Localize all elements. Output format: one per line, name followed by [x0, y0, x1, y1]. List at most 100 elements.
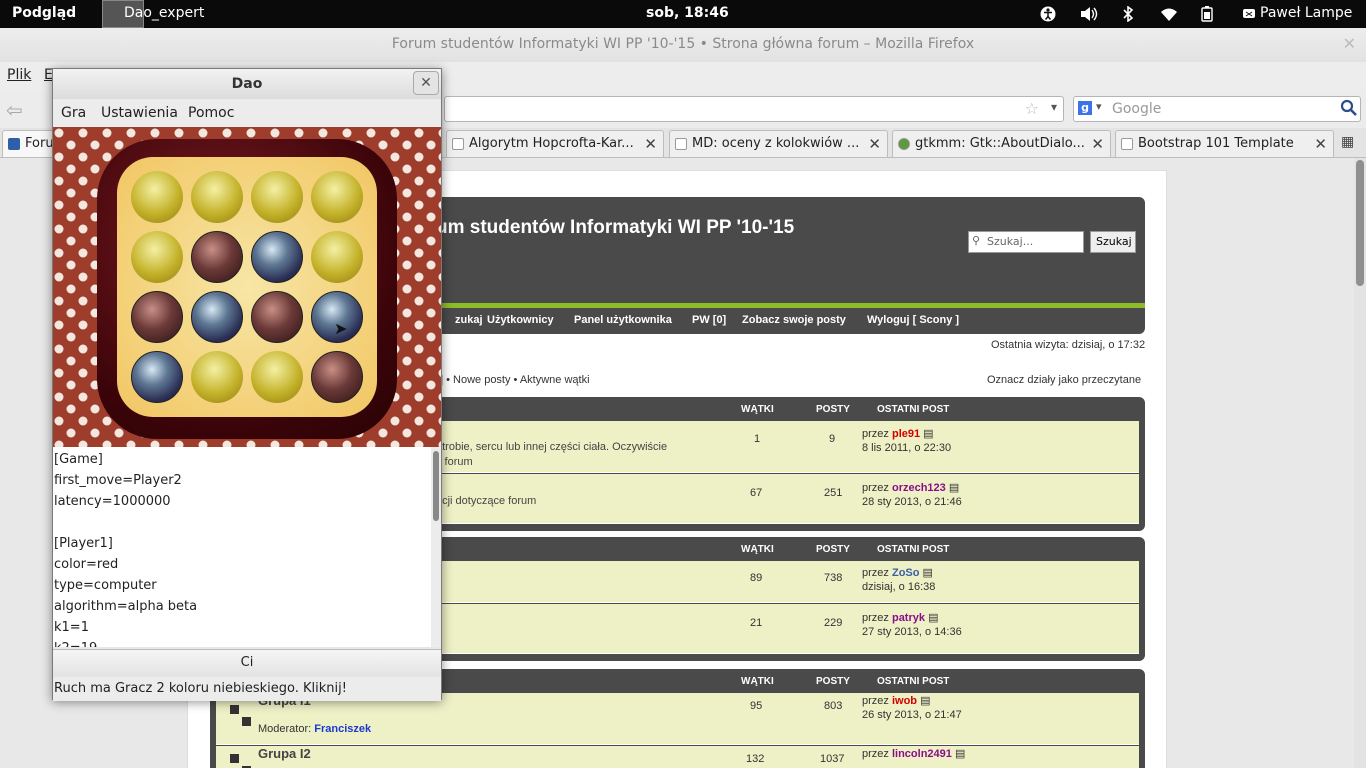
- board-cell-red[interactable]: [191, 231, 243, 283]
- volume-icon[interactable]: [1080, 6, 1098, 22]
- config-line: color=red: [54, 557, 119, 572]
- page-icon: [675, 138, 687, 150]
- search-bar[interactable]: g ▾ Google: [1073, 96, 1361, 122]
- view-post-icon[interactable]: ▤: [923, 428, 933, 440]
- mouse-cursor-icon: ➤: [334, 319, 348, 338]
- close-icon[interactable]: ✕: [413, 71, 439, 95]
- scrollbar-thumb[interactable]: [1356, 160, 1364, 286]
- close-tab-icon[interactable]: ✕: [868, 135, 881, 153]
- dao-title-bar[interactable]: Dao ✕: [53, 69, 441, 99]
- board-cell-empty[interactable]: [131, 171, 183, 223]
- board-cell-blue[interactable]: [131, 351, 183, 403]
- last-post-user[interactable]: patryk: [892, 612, 925, 624]
- last-post-date: 8 lis 2011, o 22:30: [862, 442, 952, 454]
- nav-users[interactable]: Użytkownicy: [487, 314, 554, 326]
- view-post-icon[interactable]: ▤: [955, 748, 965, 760]
- taskbar-app-label[interactable]: Dao_expert: [124, 5, 204, 21]
- col-posts: POSTY: [816, 676, 850, 687]
- page-scrollbar[interactable]: [1354, 158, 1366, 768]
- search-engine-chevron-icon[interactable]: ▾: [1096, 100, 1102, 113]
- nav-user-panel[interactable]: Panel użytkownika: [574, 314, 672, 326]
- forum-search-input[interactable]: ⚲ Szukaj...: [968, 231, 1084, 253]
- tab-gtkmm[interactable]: gtkmm: Gtk::AboutDialo... ✕: [892, 130, 1111, 157]
- bluetooth-icon[interactable]: [1122, 5, 1138, 23]
- battery-icon[interactable]: [1200, 6, 1216, 22]
- clock[interactable]: sob, 18:46: [646, 5, 729, 21]
- nav-logout[interactable]: Wyloguj [ Scony ]: [867, 314, 959, 326]
- board-cell-red[interactable]: [311, 351, 363, 403]
- board-cell-blue[interactable]: [251, 231, 303, 283]
- nav-search[interactable]: zukaj: [455, 314, 483, 326]
- quick-links[interactable]: ] • Nowe posty • Aktywne wątki: [440, 374, 590, 386]
- last-post-user[interactable]: orzech123: [892, 482, 946, 494]
- board-cell-red[interactable]: [251, 291, 303, 343]
- last-post-user[interactable]: lincoln2491: [892, 748, 952, 760]
- search-icon[interactable]: [1340, 99, 1358, 121]
- menu-pomoc[interactable]: Pomoc: [188, 105, 234, 121]
- view-post-icon[interactable]: ▤: [949, 482, 959, 494]
- close-icon[interactable]: ✕: [1343, 28, 1356, 60]
- user-menu[interactable]: Paweł Lampe: [1260, 5, 1352, 21]
- config-scrollbar[interactable]: [431, 447, 441, 647]
- close-tab-icon[interactable]: ✕: [644, 135, 657, 153]
- nav-pm[interactable]: PW [0]: [692, 314, 726, 326]
- tab-label: Bootstrap 101 Template: [1138, 136, 1294, 151]
- forum-search-button[interactable]: Szukaj: [1090, 231, 1136, 253]
- forum-name[interactable]: Grupa I2: [258, 746, 311, 761]
- board-cell-empty[interactable]: [251, 351, 303, 403]
- accessibility-icon[interactable]: [1040, 6, 1056, 22]
- col-last-post: OSTATNI POST: [877, 676, 950, 687]
- close-tab-icon[interactable]: ✕: [1091, 135, 1104, 153]
- last-post-by: przez orzech123 ▤: [862, 482, 960, 494]
- board-cell-empty[interactable]: [311, 231, 363, 283]
- tab-md-oceny[interactable]: MD: oceny z kolokwiów ... ✕: [669, 130, 888, 157]
- topic-count: 132: [746, 753, 765, 765]
- topic-count: 1: [754, 433, 761, 445]
- forum-title[interactable]: um studentów Informatyki WI PP '10-'15: [436, 217, 794, 239]
- board-cell-empty[interactable]: [131, 231, 183, 283]
- last-post-user[interactable]: ple91: [892, 428, 920, 440]
- moderator-link[interactable]: Franciszek: [314, 723, 371, 735]
- col-topics: WĄTKI: [741, 544, 774, 555]
- user-status-icon[interactable]: [1242, 6, 1258, 22]
- back-arrow-icon[interactable]: ⇦: [6, 98, 23, 122]
- bookmark-star-icon[interactable]: ☆: [1025, 99, 1039, 118]
- nav-own-posts[interactable]: Zobacz swoje posty: [742, 314, 846, 326]
- board-cell-blue[interactable]: [191, 291, 243, 343]
- game-board-area[interactable]: ➤: [53, 127, 441, 447]
- config-text-view[interactable]: [Game] first_move=Player2 latency=1000000 […: [53, 447, 431, 647]
- board-cell-empty[interactable]: [191, 351, 243, 403]
- wifi-icon[interactable]: [1160, 6, 1177, 22]
- dao-action-button[interactable]: Ci: [53, 649, 441, 677]
- mark-read-link[interactable]: Oznacz działy jako przeczytane: [987, 374, 1141, 386]
- tab-label: Foru: [25, 136, 54, 151]
- board-cell-empty[interactable]: [251, 171, 303, 223]
- last-post-user[interactable]: ZoSo: [892, 567, 920, 579]
- magnifier-icon: ⚲: [972, 234, 981, 247]
- tab-bootstrap[interactable]: Bootstrap 101 Template ✕: [1115, 130, 1334, 157]
- tab-label: MD: oceny z kolokwiów ...: [692, 136, 860, 151]
- tab-label: gtkmm: Gtk::AboutDialo...: [915, 136, 1085, 151]
- menu-gra[interactable]: Gra: [61, 105, 86, 121]
- search-placeholder[interactable]: Google: [1112, 101, 1161, 117]
- board-cell-empty[interactable]: [311, 171, 363, 223]
- view-post-icon[interactable]: ▤: [928, 612, 938, 624]
- tab-hopcroft[interactable]: Algorytm Hopcrofta-Kar... ✕: [446, 130, 664, 157]
- tab-groups-icon[interactable]: ▦: [1341, 134, 1354, 150]
- last-post-user[interactable]: iwob: [892, 695, 917, 707]
- topic-count: 89: [750, 572, 763, 584]
- forum-row[interactable]: Grupa I2 132 1037 przez lincoln2491 ▤: [216, 746, 1139, 768]
- scrollbar-thumb[interactable]: [433, 451, 439, 521]
- activities-button[interactable]: Podgląd: [12, 5, 76, 21]
- google-icon[interactable]: g: [1078, 101, 1092, 115]
- view-post-icon[interactable]: ▤: [920, 695, 930, 707]
- board-cell-red[interactable]: [131, 291, 183, 343]
- view-post-icon[interactable]: ▤: [923, 567, 933, 579]
- search-placeholder: Szukaj...: [987, 235, 1034, 248]
- chevron-down-icon[interactable]: ▾: [1051, 100, 1057, 114]
- url-bar[interactable]: ☆ ▾: [444, 96, 1064, 122]
- menu-plik[interactable]: Plik: [7, 67, 31, 83]
- menu-ustawienia[interactable]: Ustawienia: [101, 105, 178, 121]
- close-tab-icon[interactable]: ✕: [1314, 135, 1327, 153]
- board-cell-empty[interactable]: [191, 171, 243, 223]
